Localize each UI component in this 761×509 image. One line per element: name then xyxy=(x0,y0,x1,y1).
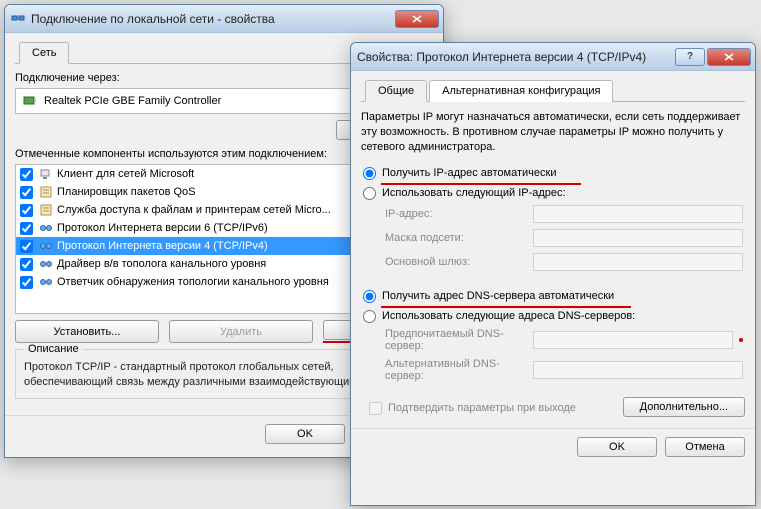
protocol-icon xyxy=(39,257,53,271)
description-title: Описание xyxy=(24,343,83,355)
subnet-mask-input xyxy=(533,229,743,247)
component-label: Служба доступа к файлам и принтерам сете… xyxy=(57,204,331,216)
advanced-button[interactable]: Дополнительно... xyxy=(623,397,745,417)
subnet-mask-label: Маска подсети: xyxy=(363,232,533,244)
ipv4-properties-window: Свойства: Протокол Интернета версии 4 (T… xyxy=(350,42,756,506)
ip-address-input xyxy=(533,205,743,223)
gateway-input xyxy=(533,253,743,271)
tabs: Общие Альтернативная конфигурация xyxy=(361,79,745,102)
info-text: Параметры IP могут назначаться автоматич… xyxy=(361,110,745,155)
cancel-button[interactable]: Отмена xyxy=(665,437,745,457)
adapter-name: Realtek PCIe GBE Family Controller xyxy=(44,95,221,107)
radio-ip-manual[interactable] xyxy=(363,187,376,200)
radio-dns-manual[interactable] xyxy=(363,310,376,323)
protocol-icon xyxy=(39,239,53,253)
component-checkbox[interactable] xyxy=(20,222,33,235)
ok-button[interactable]: OK xyxy=(265,424,345,444)
dns-pref-label: Предпочитаемый DNS-сервер: xyxy=(363,328,533,352)
radio-dns-manual-label: Использовать следующие адреса DNS-сервер… xyxy=(382,310,635,322)
dns-alt-input xyxy=(533,361,743,379)
component-label: Протокол Интернета версии 6 (TCP/IPv6) xyxy=(57,222,268,234)
dns-pref-input xyxy=(533,331,733,349)
titlebar[interactable]: Подключение по локальной сети - свойства xyxy=(5,5,443,33)
component-checkbox[interactable] xyxy=(20,168,33,181)
close-button[interactable] xyxy=(707,48,751,66)
dns-alt-label: Альтернативный DNS-сервер: xyxy=(363,358,533,382)
close-button[interactable] xyxy=(395,10,439,28)
titlebar[interactable]: Свойства: Протокол Интернета версии 4 (T… xyxy=(351,43,755,71)
ip-radio-group: Получить IP-адрес автоматически Использо… xyxy=(363,165,743,274)
tab-alt-config[interactable]: Альтернативная конфигурация xyxy=(429,80,613,102)
window-title: Подключение по локальной сети - свойства xyxy=(31,12,393,26)
uninstall-button[interactable]: Удалить xyxy=(169,320,313,343)
connection-icon xyxy=(11,12,25,26)
service-icon xyxy=(39,203,53,217)
service-icon xyxy=(39,185,53,199)
highlight-dot xyxy=(739,338,743,342)
component-label: Протокол Интернета версии 4 (TCP/IPv4) xyxy=(57,240,268,252)
protocol-icon xyxy=(39,221,53,235)
dns-radio-group: Получить адрес DNS-сервера автоматически… xyxy=(363,288,743,385)
component-checkbox[interactable] xyxy=(20,276,33,289)
radio-ip-auto[interactable] xyxy=(363,167,376,180)
component-checkbox[interactable] xyxy=(20,186,33,199)
client-icon xyxy=(39,167,53,181)
nic-icon xyxy=(22,93,38,109)
confirm-exit-checkbox xyxy=(369,402,382,415)
component-checkbox[interactable] xyxy=(20,204,33,217)
radio-ip-auto-label: Получить IP-адрес автоматически xyxy=(382,167,556,179)
gateway-label: Основной шлюз: xyxy=(363,256,533,268)
confirm-exit-label: Подтвердить параметры при выходе xyxy=(388,402,576,414)
component-checkbox[interactable] xyxy=(20,258,33,271)
component-label: Ответчик обнаружения топологии канальног… xyxy=(57,276,329,288)
radio-dns-auto-label: Получить адрес DNS-сервера автоматически xyxy=(382,290,614,302)
tab-network[interactable]: Сеть xyxy=(19,42,69,64)
install-button[interactable]: Установить... xyxy=(15,320,159,343)
help-button[interactable]: ? xyxy=(675,48,705,66)
radio-ip-manual-label: Использовать следующий IP-адрес: xyxy=(382,187,566,199)
radio-dns-auto[interactable] xyxy=(363,290,376,303)
component-label: Планировщик пакетов QoS xyxy=(57,186,196,198)
component-label: Драйвер в/в тополога канального уровня xyxy=(57,258,266,270)
component-label: Клиент для сетей Microsoft xyxy=(57,168,194,180)
component-checkbox[interactable] xyxy=(20,240,33,253)
protocol-icon xyxy=(39,275,53,289)
tab-general[interactable]: Общие xyxy=(365,80,427,102)
ip-address-label: IP-адрес: xyxy=(363,208,533,220)
window-title: Свойства: Протокол Интернета версии 4 (T… xyxy=(357,50,673,64)
ok-button[interactable]: OK xyxy=(577,437,657,457)
